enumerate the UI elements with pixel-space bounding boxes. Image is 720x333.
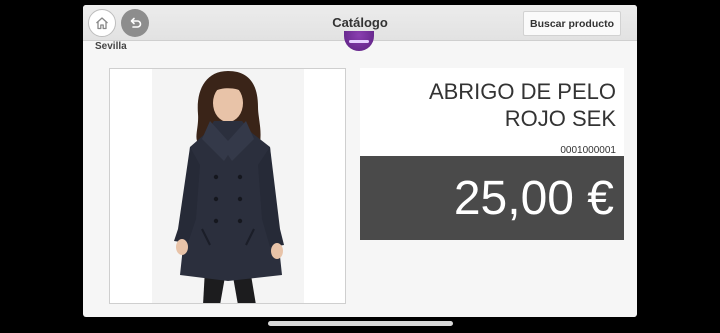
store-logo [344,31,374,51]
home-indicator-bar[interactable] [268,321,453,326]
product-code: 0001000001 [560,145,616,156]
price-box: 25,00 € [360,156,624,240]
product-info-panel: ABRIGO DE PELO ROJO SEK 0001000001 [360,68,624,156]
search-product-button[interactable]: Buscar producto [523,11,621,36]
store-location: Sevilla [95,41,127,52]
product-price: 25,00 € [453,172,614,225]
product-name-line1: ABRIGO DE PELO [428,79,616,104]
product-photo [174,71,284,303]
product-name-line2: ROJO SEK [504,106,616,131]
logo-mark [349,40,369,43]
app-screen: Catálogo Buscar producto Sevilla ABRIGO … [83,5,637,317]
product-image [109,68,346,304]
product-name: ABRIGO DE PELO ROJO SEK [366,78,616,132]
